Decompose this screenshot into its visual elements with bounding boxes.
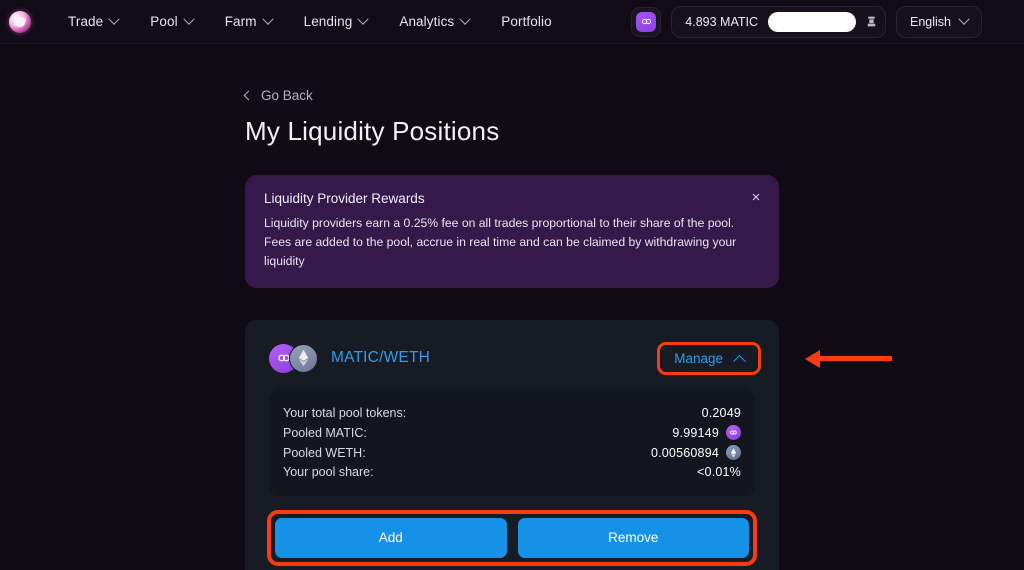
token-pair-icons	[269, 343, 318, 373]
app-logo[interactable]	[0, 10, 40, 33]
wallet-address-redacted	[768, 11, 856, 32]
polygon-matic-icon	[726, 425, 741, 441]
nav-label: Portfolio	[501, 14, 552, 29]
nav-item-pool[interactable]: Pool	[134, 0, 208, 44]
chevron-down-icon	[261, 13, 274, 25]
nav-item-lending[interactable]: Lending	[288, 0, 384, 44]
stat-label: Your total pool tokens:	[283, 406, 407, 421]
nav-item-trade[interactable]: Trade	[52, 0, 134, 44]
top-navbar: Trade Pool Farm Lending Analytics Portfo…	[0, 0, 1024, 44]
pool-pair-name: MATIC/WETH	[331, 349, 431, 367]
nav-label: Pool	[150, 14, 178, 29]
annotation-arrow	[805, 349, 893, 368]
manage-button-highlight: Manage	[657, 341, 761, 375]
chevron-down-icon	[108, 13, 120, 25]
go-back-link[interactable]: Go Back	[243, 88, 313, 103]
language-label: English	[910, 14, 951, 29]
add-liquidity-button[interactable]: Add	[275, 517, 507, 558]
manage-button[interactable]: Manage	[664, 347, 754, 370]
stat-value: 9.99149	[672, 425, 719, 440]
action-buttons-highlight: Add Remove	[267, 509, 757, 566]
ethereum-weth-icon	[289, 343, 318, 373]
ethereum-weth-icon	[726, 445, 741, 461]
nav-label: Farm	[224, 14, 257, 29]
stat-row-pool-share: Your pool share: <0.01%	[283, 463, 741, 482]
language-selector[interactable]: English	[896, 5, 982, 38]
stat-label: Pooled WETH:	[283, 445, 366, 460]
stat-row-pooled-matic: Pooled MATIC: 9.99149	[283, 423, 741, 443]
nav-label: Lending	[303, 14, 353, 29]
polygon-icon	[636, 11, 657, 32]
chevron-up-icon	[733, 354, 746, 368]
nav-label: Trade	[68, 14, 104, 29]
page-body: Go Back My Liquidity Positions Liquidity…	[0, 44, 1024, 570]
nav-item-portfolio[interactable]: Portfolio	[485, 0, 567, 44]
chevron-down-icon	[459, 13, 471, 25]
chevron-down-icon	[958, 13, 970, 25]
nav-label: Analytics	[399, 14, 455, 29]
liquidity-rewards-banner: Liquidity Provider Rewards Liquidity pro…	[245, 175, 779, 288]
content-column: Go Back My Liquidity Positions Liquidity…	[243, 86, 892, 570]
liquidity-position-card: MATIC/WETH Manage Your total pool tokens…	[245, 319, 892, 570]
stat-row-pooled-weth: Pooled WETH: 0.00560894	[283, 443, 741, 463]
chevron-left-icon	[243, 90, 254, 101]
arrow-head-icon	[805, 349, 820, 368]
stat-label: Your pool share:	[283, 465, 374, 480]
network-selector-button[interactable]	[631, 6, 662, 37]
go-back-label: Go Back	[261, 88, 313, 103]
banner-description: Liquidity providers earn a 0.25% fee on …	[264, 216, 737, 268]
chevron-down-icon	[357, 13, 370, 25]
nav-item-farm[interactable]: Farm	[209, 0, 288, 44]
wallet-balance: 4.893 MATIC	[685, 14, 758, 29]
remove-liquidity-button[interactable]: Remove	[517, 517, 749, 558]
close-icon[interactable]: ×	[747, 188, 765, 206]
chevron-down-icon	[183, 13, 195, 25]
stat-value: 0.2049	[701, 406, 741, 421]
banner-title: Liquidity Provider Rewards	[264, 191, 425, 206]
app-logo-icon	[9, 10, 31, 33]
navbar-right-cluster: 4.893 MATIC English	[631, 5, 1024, 38]
arrow-shaft	[820, 356, 892, 362]
page-title: My Liquidity Positions	[245, 116, 500, 146]
wallet-avatar-icon	[864, 14, 879, 29]
stat-label: Pooled MATIC:	[283, 425, 367, 440]
pool-stats-panel: Your total pool tokens: 0.2049 Pooled MA…	[269, 390, 755, 496]
nav-item-analytics[interactable]: Analytics	[383, 0, 485, 44]
stat-row-total-pool-tokens: Your total pool tokens: 0.2049	[283, 404, 741, 423]
pool-card-header: MATIC/WETH Manage	[259, 334, 892, 383]
primary-nav: Trade Pool Farm Lending Analytics Portfo…	[52, 0, 568, 44]
manage-label: Manage	[674, 350, 723, 366]
stat-value: <0.01%	[697, 465, 741, 480]
stat-value: 0.00560894	[650, 445, 719, 460]
wallet-account-button[interactable]: 4.893 MATIC	[671, 5, 886, 38]
